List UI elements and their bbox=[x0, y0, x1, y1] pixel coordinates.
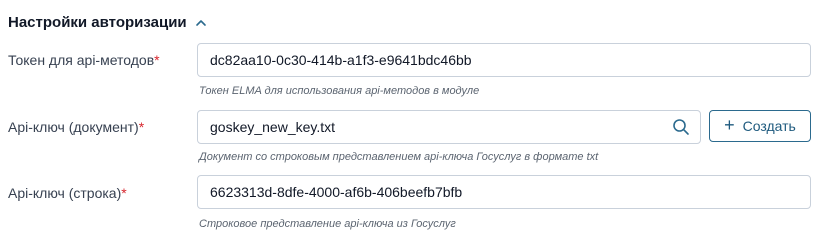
api-key-document-input[interactable] bbox=[210, 119, 660, 135]
create-button-label: Создать bbox=[742, 118, 796, 134]
required-mark: * bbox=[154, 52, 160, 68]
required-mark: * bbox=[121, 185, 127, 201]
token-field[interactable] bbox=[197, 43, 811, 77]
api-key-document-field[interactable] bbox=[197, 110, 701, 144]
api-key-string-hint: Строковое представление api-ключа из Гос… bbox=[199, 218, 456, 230]
api-key-string-field[interactable] bbox=[197, 175, 811, 209]
plus-icon: + bbox=[724, 115, 735, 135]
api-key-string-label: Api-ключ (строка)* bbox=[8, 185, 127, 201]
token-label: Токен для api-методов* bbox=[8, 52, 160, 68]
api-key-document-hint: Документ со строковым представлением api… bbox=[199, 151, 599, 163]
token-hint: Токен ELMA для использования api-методов… bbox=[199, 85, 480, 97]
create-button[interactable]: + Создать bbox=[709, 110, 811, 142]
api-key-document-label: Api-ключ (документ)* bbox=[8, 119, 145, 135]
search-icon[interactable] bbox=[672, 118, 690, 136]
api-key-string-input[interactable] bbox=[210, 184, 798, 200]
required-mark: * bbox=[138, 119, 145, 135]
chevron-up-icon[interactable] bbox=[195, 17, 207, 29]
section-title: Настройки авторизации bbox=[8, 14, 187, 31]
token-input[interactable] bbox=[210, 52, 798, 68]
section-header[interactable]: Настройки авторизации bbox=[8, 14, 207, 31]
